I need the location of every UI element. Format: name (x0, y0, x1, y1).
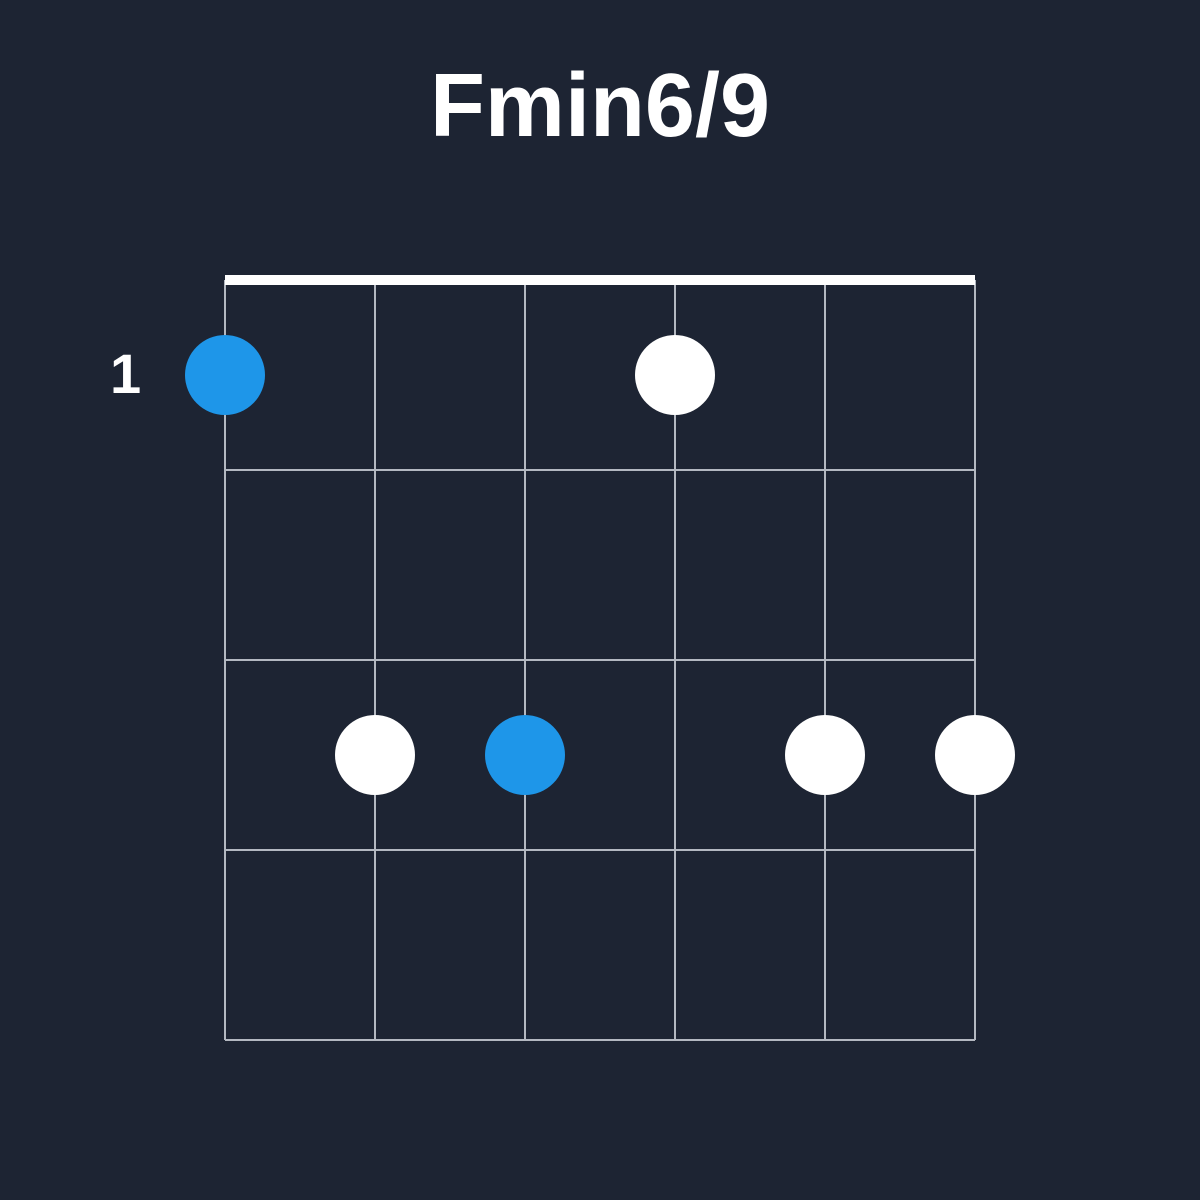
fretboard-grid (215, 270, 985, 1056)
chord-diagram: 1 (215, 270, 985, 1056)
finger-dot (935, 715, 1015, 795)
finger-dot (785, 715, 865, 795)
finger-dot-root (485, 715, 565, 795)
finger-dot (635, 335, 715, 415)
finger-dot (335, 715, 415, 795)
chord-title: Fmin6/9 (0, 0, 1200, 158)
start-fret-label: 1 (110, 341, 141, 406)
finger-dot-root (185, 335, 265, 415)
